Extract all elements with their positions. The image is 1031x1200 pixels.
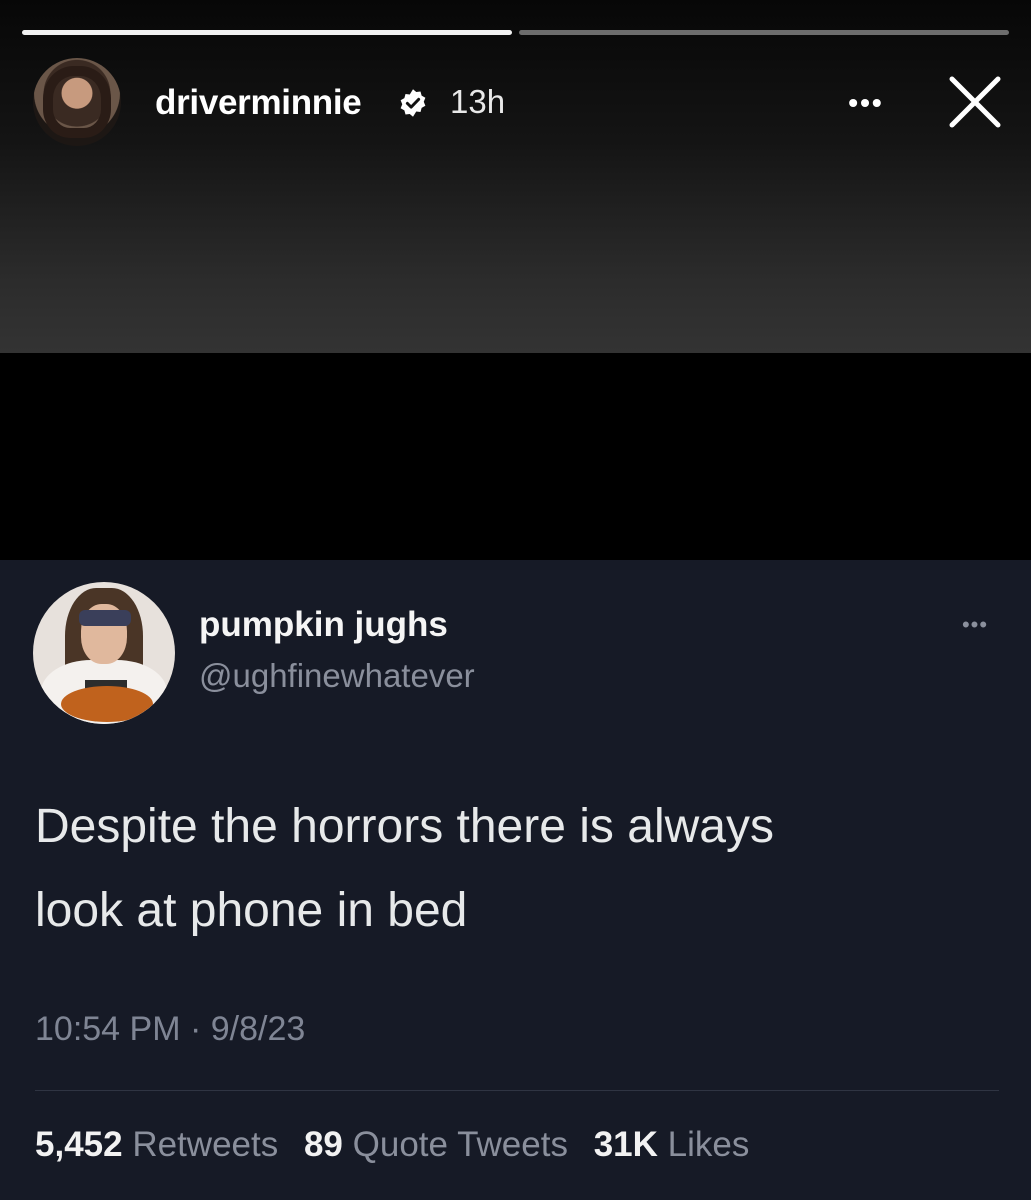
story-author-avatar[interactable] xyxy=(33,58,121,146)
tweet-text: Despite the horrors there is always look… xyxy=(35,785,975,953)
tweet-divider xyxy=(35,1090,999,1091)
likes-stat[interactable]: 31K Likes xyxy=(594,1125,750,1164)
story-username[interactable]: driverminnie xyxy=(155,83,362,123)
tweet-text-line-1: Despite the horrors there is always xyxy=(35,800,774,853)
retweets-count: 5,452 xyxy=(35,1125,123,1164)
close-icon[interactable] xyxy=(944,71,1006,133)
tweet-author-avatar[interactable] xyxy=(33,582,175,724)
tweet-display-name[interactable]: pumpkin jughs xyxy=(199,605,448,645)
retweets-label: Retweets xyxy=(132,1125,279,1164)
quote-tweets-stat[interactable]: 89 Quote Tweets xyxy=(304,1125,568,1164)
story-progress-bar-1 xyxy=(22,30,512,35)
tweet-timestamp: 10:54 PM · 9/8/23 xyxy=(35,1010,306,1048)
more-options-button[interactable]: ••• xyxy=(840,84,892,122)
more-horizontal-icon: ••• xyxy=(848,87,884,118)
quote-tweets-count: 89 xyxy=(303,1125,343,1164)
story-time: 13h xyxy=(450,83,506,120)
story-progress-fill-1 xyxy=(22,30,512,35)
tweet-text-line-2: look at phone in bed xyxy=(35,884,468,937)
retweets-stat[interactable]: 5,452 Retweets xyxy=(35,1125,278,1164)
tweet-more-icon[interactable]: ••• xyxy=(955,614,995,636)
story-progress-bar-2 xyxy=(519,30,1009,35)
tweet-card: pumpkin jughs @ughfinewhatever ••• Despi… xyxy=(0,560,1031,1200)
likes-count: 31K xyxy=(593,1125,658,1164)
tweet-stats: 5,452 Retweets 89 Quote Tweets 31K Likes xyxy=(35,1125,765,1165)
tweet-handle[interactable]: @ughfinewhatever xyxy=(199,657,475,695)
verified-badge-icon xyxy=(400,89,426,117)
quote-tweets-label: Quote Tweets xyxy=(352,1125,568,1164)
likes-label: Likes xyxy=(667,1125,750,1164)
story-header-background xyxy=(0,0,1031,353)
